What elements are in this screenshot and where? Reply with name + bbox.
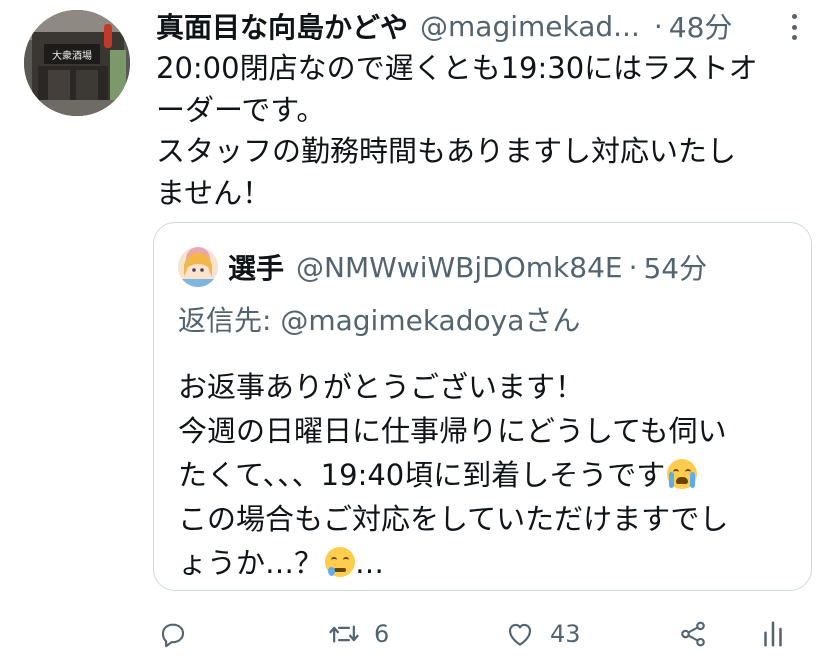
like-button[interactable]: 43	[504, 612, 581, 656]
tweet-text-line: ーダーです。	[156, 92, 326, 127]
analytics-icon	[764, 621, 782, 647]
quoted-text-line-with-emoji: たくて、、、19:40頃に到着しそうです	[178, 453, 798, 497]
analytics-button[interactable]	[760, 612, 800, 656]
retweet-button[interactable]: 6	[328, 612, 389, 656]
quoted-text-line: 今週の日曜日に仕事帰りにどうしても伺い	[178, 414, 727, 448]
quoted-text-line: お返事ありがとうございます！	[178, 370, 585, 404]
quoted-author-name: 選手	[228, 252, 285, 285]
quoted-tweet-header: 選手 @NMWwiWBjDOmk84E · 54分	[228, 249, 708, 286]
tweet-text-line: スタッフの勤務時間もありますし対応いたし	[156, 134, 737, 168]
tweet-text-line: ません！	[156, 175, 272, 210]
author-avatar[interactable]: 大衆酒場	[24, 10, 130, 116]
tweet-action-bar: 6 43	[0, 612, 837, 656]
quoted-text-line: この場合もご対応をしていただけますでし	[178, 502, 729, 536]
tweet-header: 真面目な向島かどや @magimekad... · 48分	[156, 6, 733, 46]
quoted-tweet[interactable]: 選手 @NMWwiWBjDOmk84E · 54分 返信先: @magimeka…	[153, 222, 812, 591]
share-button[interactable]	[677, 612, 723, 656]
retweet-count: 6	[374, 620, 390, 648]
share-icon	[681, 621, 705, 647]
quoted-author-handle: @NMWwiWBjDOmk84E	[296, 250, 623, 284]
quoted-text-line: ょうか…？	[178, 546, 324, 580]
reply-to-mention: @magimekadoya	[280, 304, 525, 337]
tweet-text-line: 20:00閉店なので遅くとも19:30にはラストオ	[156, 51, 758, 85]
reply-button[interactable]	[158, 612, 202, 656]
quoted-tweet-text: お返事ありがとうございます！ 今週の日曜日に仕事帰りにどうしても伺い たくて、、…	[178, 365, 798, 585]
reply-to-line: 返信先: @magimekadoyaさん	[178, 299, 580, 339]
reply-to-suffix: さん	[524, 304, 581, 337]
quoted-author-avatar	[178, 247, 218, 287]
quoted-text-line-with-emoji: ょうか…？ …	[178, 541, 798, 585]
truncation-ellipsis: …	[355, 546, 385, 580]
author-handle[interactable]: @magimekad...	[420, 10, 640, 43]
like-count: 43	[550, 620, 581, 648]
quoted-tweet-timestamp: 54分	[643, 252, 708, 285]
loudly-crying-face-icon	[667, 459, 698, 489]
heart-icon	[508, 623, 532, 646]
quoted-text-line: たくて、、、19:40頃に到着しそうです	[178, 458, 666, 492]
more-options-icon[interactable]	[786, 14, 802, 40]
sign-text: 大衆酒場	[52, 49, 92, 62]
retweet-icon	[329, 625, 359, 643]
author-name[interactable]: 真面目な向島かどや	[156, 6, 408, 46]
tweet-timestamp[interactable]: 48分	[669, 6, 733, 46]
separator-dot: ·	[628, 250, 638, 284]
storefront-photo: 大衆酒場	[24, 10, 130, 116]
reply-icon	[161, 623, 185, 648]
reply-to-prefix: 返信先:	[178, 304, 281, 337]
tweet-text: 20:00閉店なので遅くとも19:30にはラストオ ーダーです。 スタッフの勤務…	[156, 48, 816, 214]
separator-dot: ·	[653, 9, 663, 43]
sad-but-relieved-face-icon	[325, 547, 356, 577]
